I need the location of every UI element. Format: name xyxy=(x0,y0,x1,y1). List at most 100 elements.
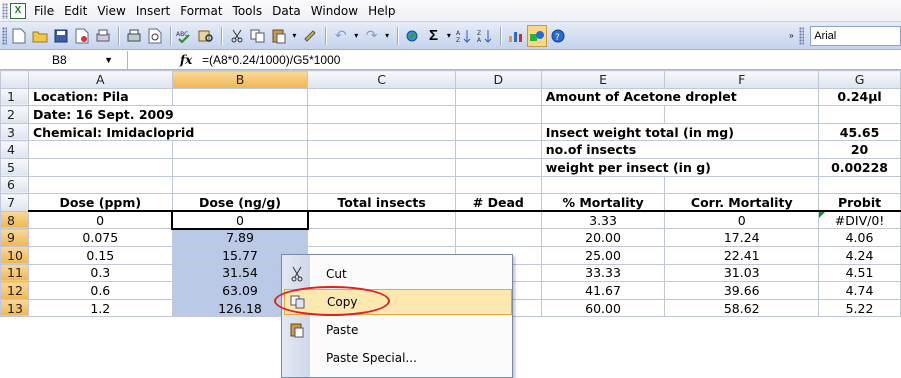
print-icon[interactable] xyxy=(124,25,144,47)
menu-file[interactable]: File xyxy=(34,4,64,18)
column-header-e[interactable]: E xyxy=(540,70,666,89)
cell-b4[interactable] xyxy=(171,140,309,159)
help-icon[interactable]: ? xyxy=(548,25,568,47)
copy-icon[interactable] xyxy=(248,25,268,47)
cell-g4[interactable]: 20 xyxy=(818,140,901,159)
error-cell-g8[interactable]: #DIV/0! xyxy=(818,210,901,230)
column-header-b[interactable]: B xyxy=(171,70,309,89)
header-cell-total-insects[interactable]: Total insects xyxy=(307,193,456,213)
redo-dropdown-icon[interactable]: ▾ xyxy=(383,25,392,47)
cell-c1[interactable] xyxy=(307,87,456,107)
table-cell[interactable]: 25.00 xyxy=(540,245,666,265)
table-cell[interactable] xyxy=(454,228,542,247)
cell-a4[interactable] xyxy=(27,140,173,159)
cell-a3[interactable]: Chemical: Imidacloprid xyxy=(27,122,309,142)
menu-grip[interactable] xyxy=(2,2,8,19)
table-cell[interactable]: 5.22 xyxy=(818,298,901,318)
cell-b5[interactable] xyxy=(171,157,309,177)
select-all-corner[interactable] xyxy=(0,70,29,89)
header-cell-dead[interactable]: # Dead xyxy=(454,193,542,213)
format-painter-icon[interactable] xyxy=(300,25,320,47)
cell-d5[interactable] xyxy=(454,157,542,177)
toolbar-grip[interactable] xyxy=(2,26,8,45)
cell-e2[interactable] xyxy=(540,105,666,124)
name-box-dropdown-icon[interactable]: ▼ xyxy=(104,55,113,65)
autosum-icon[interactable]: Σ xyxy=(424,25,444,47)
excel-app-icon[interactable]: X xyxy=(10,2,26,19)
row-header-13[interactable]: 13 xyxy=(0,298,29,318)
table-cell[interactable]: 0.15 xyxy=(27,245,173,265)
menu-insert[interactable]: Insert xyxy=(136,4,180,18)
row-header-4[interactable]: 4 xyxy=(0,140,29,159)
table-cell[interactable]: 0.075 xyxy=(27,228,173,247)
cell-g1[interactable]: 0.24µl xyxy=(818,87,901,107)
menu-edit[interactable]: Edit xyxy=(64,4,97,18)
table-cell[interactable]: 1.2 xyxy=(27,298,173,318)
row-header-1[interactable]: 1 xyxy=(0,87,29,107)
cell-g3[interactable]: 45.65 xyxy=(818,122,901,142)
row-header-8[interactable]: 8 xyxy=(0,210,29,230)
cell-e6[interactable] xyxy=(540,175,666,195)
table-cell[interactable] xyxy=(307,210,456,230)
cell-a5[interactable] xyxy=(27,157,173,177)
cell-a2[interactable]: Date: 16 Sept. 2009 xyxy=(27,105,309,124)
cell-g6[interactable] xyxy=(818,175,901,195)
table-cell[interactable]: 4.51 xyxy=(818,263,901,283)
table-cell[interactable] xyxy=(454,210,542,230)
table-cell[interactable]: 0 xyxy=(664,210,820,230)
column-header-d[interactable]: D xyxy=(454,70,542,89)
column-header-a[interactable]: A xyxy=(27,70,173,89)
table-cell[interactable]: 4.74 xyxy=(818,281,901,300)
menu-format[interactable]: Format xyxy=(180,4,232,18)
undo-icon[interactable]: ↶ xyxy=(331,25,351,47)
autosum-dropdown-icon[interactable]: ▾ xyxy=(444,25,453,47)
table-cell[interactable]: 0.3 xyxy=(27,263,173,283)
context-menu-cut[interactable]: Cut xyxy=(284,261,512,287)
table-cell[interactable]: 0 xyxy=(27,210,173,230)
table-cell[interactable]: 3.33 xyxy=(540,210,666,230)
sort-descending-icon[interactable]: ZA xyxy=(475,25,495,47)
cell-f2[interactable] xyxy=(664,105,820,124)
spelling-icon[interactable]: ABC xyxy=(176,25,196,47)
drawing-icon[interactable] xyxy=(527,24,548,47)
chart-wizard-icon[interactable] xyxy=(506,25,526,47)
cell-d4[interactable] xyxy=(454,140,542,159)
undo-dropdown-icon[interactable]: ▾ xyxy=(352,25,361,47)
toolbar-options-icon[interactable]: » xyxy=(787,25,796,47)
cell-c3[interactable] xyxy=(307,122,456,142)
header-cell-dose-ng[interactable]: Dose (ng/g) xyxy=(171,193,309,213)
cell-e3[interactable]: Insect weight total (in mg) xyxy=(540,122,820,142)
paste-icon[interactable] xyxy=(269,25,289,47)
header-cell-mortality[interactable]: % Mortality xyxy=(540,193,666,213)
sort-ascending-icon[interactable]: AZ xyxy=(454,25,474,47)
table-cell[interactable]: 20.00 xyxy=(540,228,666,247)
row-header-10[interactable]: 10 xyxy=(0,245,29,265)
column-header-c[interactable]: C xyxy=(307,70,456,89)
cell-e4[interactable]: no.of insects xyxy=(540,140,820,159)
table-cell[interactable]: 39.66 xyxy=(664,281,820,300)
row-header-11[interactable]: 11 xyxy=(0,263,29,283)
cell-d3[interactable] xyxy=(454,122,542,142)
row-header-7[interactable]: 7 xyxy=(0,193,29,212)
cell-d2[interactable] xyxy=(454,105,542,124)
table-cell[interactable]: 60.00 xyxy=(540,298,666,318)
redo-icon[interactable]: ↷ xyxy=(362,25,382,47)
selected-cell[interactable]: 7.89 xyxy=(171,228,309,247)
preview-icon[interactable] xyxy=(145,25,165,47)
cell-g2[interactable] xyxy=(818,105,901,124)
cell-d1[interactable] xyxy=(454,87,542,107)
permission-icon[interactable] xyxy=(72,25,92,47)
cell-b1[interactable] xyxy=(171,87,309,107)
menu-tools[interactable]: Tools xyxy=(233,4,273,18)
cell-c2[interactable] xyxy=(307,105,456,124)
cell-c4[interactable] xyxy=(307,140,456,159)
row-header-9[interactable]: 9 xyxy=(0,228,29,247)
formula-input[interactable]: =(A8*0.24/1000)/G5*1000 xyxy=(202,53,340,67)
row-header-6[interactable]: 6 xyxy=(0,175,29,195)
save-icon[interactable] xyxy=(51,25,71,47)
cell-e1[interactable]: Amount of Acetone droplet xyxy=(540,87,820,107)
row-header-5[interactable]: 5 xyxy=(0,157,29,177)
table-cell[interactable]: 41.67 xyxy=(540,281,666,300)
table-cell[interactable] xyxy=(307,228,456,247)
menu-help[interactable]: Help xyxy=(368,4,405,18)
